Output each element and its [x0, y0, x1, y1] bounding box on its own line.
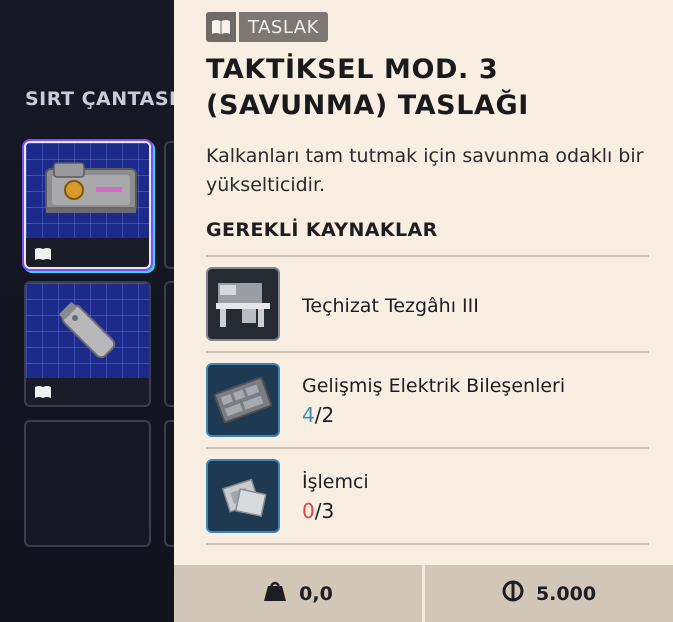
inventory-slot[interactable]	[24, 281, 151, 407]
resource-name: İşlemci	[302, 471, 369, 493]
workbench-icon	[206, 267, 280, 341]
resource-need-count: /2	[314, 403, 335, 427]
item-detail-panel: TASLAK TAKTİKSEL MOD. 3 (SAVUNMA) TASLAĞ…	[174, 0, 673, 622]
resource-row[interactable]: Gelişmiş Elektrik Bileşenleri 4/2	[206, 361, 649, 441]
inventory-slot-empty[interactable]	[24, 420, 151, 547]
processor-icon	[206, 459, 280, 533]
item-thumbnail	[26, 143, 149, 238]
divider	[206, 543, 649, 545]
item-thumbnail	[26, 283, 149, 378]
resource-have-count: 4	[302, 403, 315, 427]
divider	[206, 447, 649, 449]
item-type-tag: TASLAK	[206, 12, 328, 42]
weight-display: 0,0	[174, 565, 422, 622]
resource-name: Gelişmiş Elektrik Bileşenleri	[302, 375, 566, 397]
resource-need-count: /3	[314, 499, 335, 523]
blueprint-icon	[34, 384, 52, 398]
item-description: Kalkanları tam tutmak için savunma odakl…	[206, 145, 644, 196]
resource-row[interactable]: İşlemci 0/3	[206, 457, 649, 537]
open-book-icon	[206, 12, 236, 42]
divider	[206, 351, 649, 353]
item-footer: 0,0 5.000	[174, 565, 673, 622]
resource-have-count: 0	[302, 499, 315, 523]
weight-bag-icon	[263, 580, 287, 607]
price-value: 5.000	[535, 582, 597, 605]
resource-count: 0/3	[302, 499, 334, 523]
inventory-slot-selected[interactable]	[24, 141, 151, 269]
item-type-label: TASLAK	[239, 12, 328, 42]
resource-row[interactable]: Teçhizat Tezgâhı III	[206, 265, 649, 345]
weight-value: 0,0	[299, 582, 333, 605]
resource-count: 4/2	[302, 403, 334, 427]
divider	[206, 255, 649, 257]
resource-name: Teçhizat Tezgâhı III	[302, 295, 479, 317]
item-title: TAKTİKSEL MOD. 3 (SAVUNMA) TASLAĞI	[206, 54, 529, 121]
price-display: 5.000	[425, 565, 673, 622]
required-resources-heading: GEREKLİ KAYNAKLAR	[206, 219, 438, 241]
circuit-board-icon	[206, 363, 280, 437]
coin-icon	[502, 580, 524, 607]
backpack-title: SIRT ÇANTASI	[25, 88, 177, 110]
blueprint-icon	[34, 246, 52, 260]
